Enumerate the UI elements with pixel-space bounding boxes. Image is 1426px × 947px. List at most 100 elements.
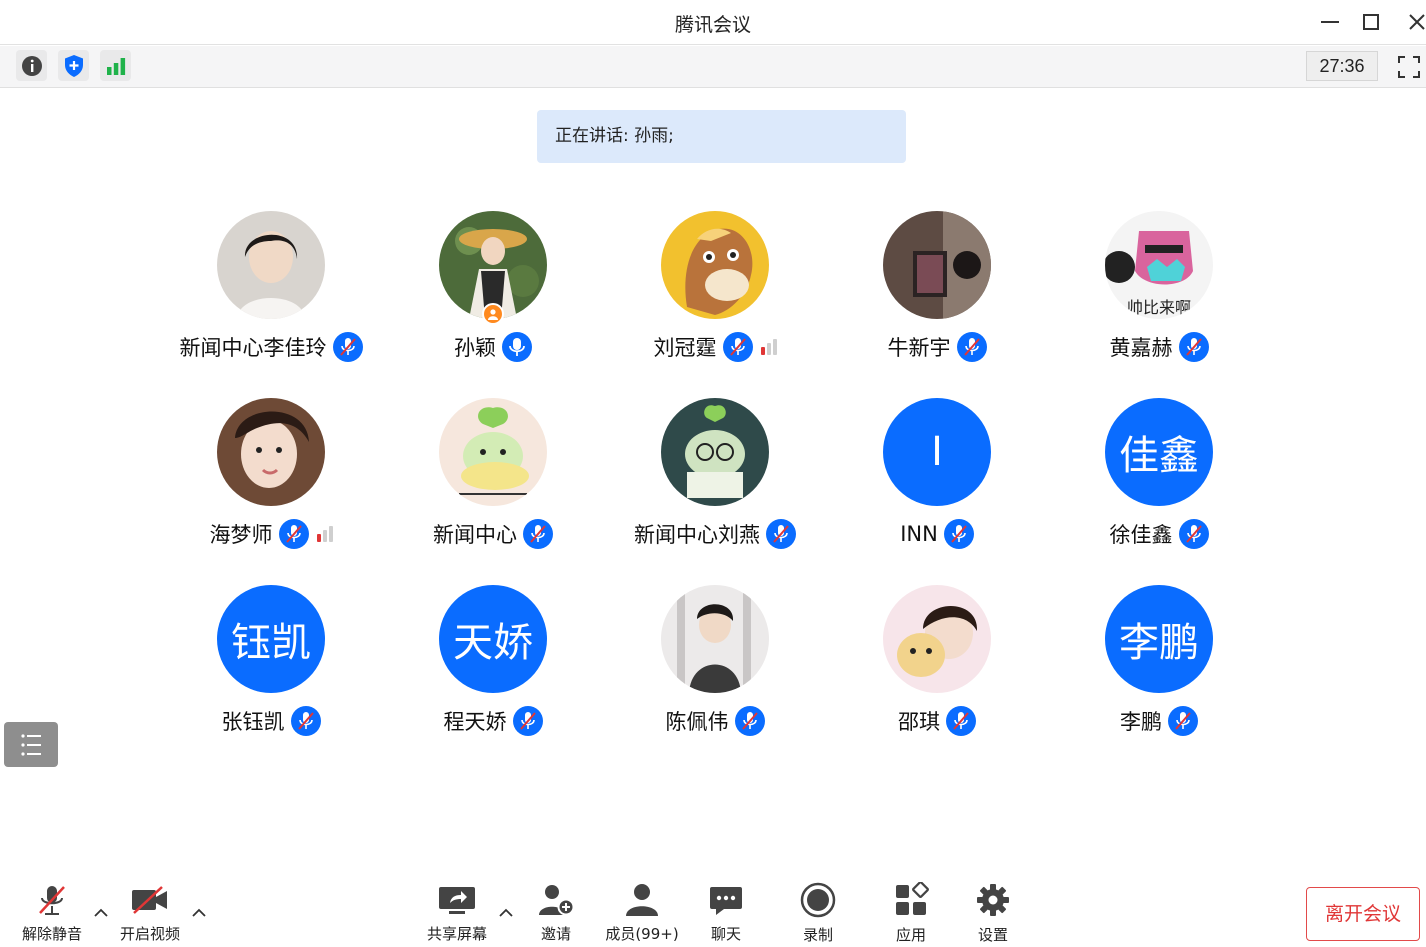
host-icon: [488, 309, 498, 320]
mic-muted-icon: [297, 712, 314, 730]
mic-muted-icon: [530, 525, 546, 543]
avatar-initials: 佳鑫: [1119, 433, 1199, 479]
share-options-chevron-icon[interactable]: [498, 905, 514, 921]
mic-muted-badge: [946, 706, 976, 736]
record-label: 录制: [802, 926, 833, 944]
participant-tile[interactable]: 新闻中心李佳玲: [160, 211, 382, 381]
avatar-initials: 天娇: [453, 620, 533, 666]
fullscreen-button[interactable]: [1394, 52, 1424, 82]
participant-tile[interactable]: 天娇程天娇: [382, 585, 604, 755]
participant-tile[interactable]: 钰凯张钰凯: [160, 585, 382, 755]
active-speaker-banner: 正在讲话: 孙雨;: [537, 110, 906, 163]
mic-muted-badge: [766, 519, 796, 549]
members-button[interactable]: 成员(99+): [600, 882, 684, 944]
share-screen-icon: [439, 886, 475, 914]
participant-name: 新闻中心李佳玲: [179, 336, 327, 360]
layout-list-button[interactable]: [4, 722, 58, 767]
participant-name: INN: [900, 522, 938, 546]
participant-name-row: 陈佩伟: [604, 705, 826, 737]
record-icon: [800, 882, 836, 918]
participant-tile[interactable]: 邵琪: [826, 585, 1048, 755]
mic-muted-icon: [1175, 712, 1191, 730]
participant-tile[interactable]: 新闻中心刘燕: [604, 398, 826, 568]
apps-label: 应用: [895, 926, 926, 944]
mic-muted-badge: [734, 706, 765, 736]
mic-muted-icon: [729, 338, 746, 356]
invite-label: 邀请: [540, 925, 571, 943]
participant-name-row: 海梦师: [160, 518, 382, 550]
video-options-chevron-icon[interactable]: [191, 905, 207, 921]
avatar: 帅比来啊: [1105, 211, 1213, 319]
audio-options-chevron-icon[interactable]: [93, 905, 109, 921]
participant-tile[interactable]: 海梦师: [160, 398, 382, 568]
invite-button[interactable]: 邀请: [528, 882, 584, 944]
security-button[interactable]: [58, 50, 89, 81]
mic-muted-badge: [523, 519, 553, 549]
settings-button[interactable]: 设置: [965, 882, 1021, 944]
participant-name-row: 牛新宇: [826, 331, 1048, 363]
participant-name: 牛新宇: [887, 336, 951, 360]
avatar: 天娇: [439, 585, 547, 693]
participant-name-row: INN: [826, 518, 1048, 550]
avatar: [661, 585, 769, 693]
mic-muted-icon: [951, 525, 967, 543]
start-video-button[interactable]: 开启视频: [112, 882, 188, 944]
chat-button[interactable]: 聊天: [698, 882, 754, 944]
participant-tile[interactable]: 佳鑫 徐佳鑫: [1048, 398, 1270, 568]
shield-icon: [64, 54, 83, 77]
participant-name: 新闻中心: [433, 523, 517, 547]
avatar-initials: I: [931, 429, 943, 475]
share-screen-label: 共享屏幕: [426, 925, 487, 943]
participant-name-row: 徐佳鑫: [1048, 518, 1270, 550]
mic-muted-badge: [722, 332, 753, 362]
chat-label: 聊天: [710, 925, 741, 943]
participant-name-row: 孙颖: [382, 331, 604, 363]
meeting-window: 腾讯会议 27:36 正在讲话: 孙雨; 新闻中心李佳玲 孙颖 刘冠霆 牛新宇 帅比来啊…: [0, 0, 1426, 947]
meeting-info-bar: 27:36: [0, 46, 1426, 88]
avatar: 钰凯: [217, 585, 325, 693]
avatar: [661, 211, 769, 319]
participant-tile[interactable]: 牛新宇: [826, 211, 1048, 381]
mic-muted-badge: [943, 519, 974, 549]
participant-tile[interactable]: 新闻中心: [382, 398, 604, 568]
participant-name: 张钰凯: [221, 710, 285, 734]
participant-name: 孙颖: [454, 336, 496, 360]
participant-name: 陈佩伟: [665, 710, 729, 734]
minimize-icon: [1321, 21, 1339, 23]
avatar: [661, 398, 769, 506]
participant-tile[interactable]: 刘冠霆: [604, 211, 826, 381]
gear-icon: [977, 884, 1009, 916]
participant-tile[interactable]: I INN: [826, 398, 1048, 568]
close-button[interactable]: [1400, 6, 1426, 38]
network-quality-button[interactable]: [100, 50, 131, 81]
record-button[interactable]: 录制: [790, 882, 846, 944]
avatar: [439, 398, 547, 506]
avatar: [883, 585, 991, 693]
signal-strength-icon: [106, 57, 125, 75]
minimize-button[interactable]: [1313, 6, 1347, 38]
unmute-button[interactable]: 解除静音: [14, 882, 90, 944]
apps-button[interactable]: 应用: [883, 882, 939, 944]
participant-tile[interactable]: 孙颖: [382, 211, 604, 381]
settings-label: 设置: [977, 926, 1008, 944]
participant-name: 李鹏: [1120, 710, 1162, 734]
mic-muted-icon: [1185, 525, 1202, 543]
mic-muted-badge: [290, 706, 321, 736]
mic-on-badge: [502, 332, 532, 362]
participant-tile[interactable]: 帅比来啊 黄嘉赫: [1048, 211, 1270, 381]
participant-name-row: 新闻中心: [382, 518, 604, 550]
avatar-initials: 钰凯: [231, 620, 311, 666]
participant-name: 程天娇: [443, 710, 507, 734]
weak-signal-icon: [760, 339, 777, 355]
avatar: 李鹏: [1105, 585, 1213, 693]
meeting-info-button[interactable]: [16, 50, 47, 81]
share-screen-button[interactable]: 共享屏幕: [418, 882, 496, 944]
participant-tile[interactable]: 李鹏 李鹏: [1048, 585, 1270, 755]
participant-name: 刘冠霆: [653, 336, 717, 360]
leave-meeting-button[interactable]: 离开会议: [1306, 887, 1420, 941]
participant-tile[interactable]: 陈佩伟: [604, 585, 826, 755]
host-badge: [482, 303, 504, 325]
maximize-button[interactable]: [1354, 6, 1388, 38]
participant-name-row: 张钰凯: [160, 705, 382, 737]
mic-muted-icon: [953, 712, 969, 730]
